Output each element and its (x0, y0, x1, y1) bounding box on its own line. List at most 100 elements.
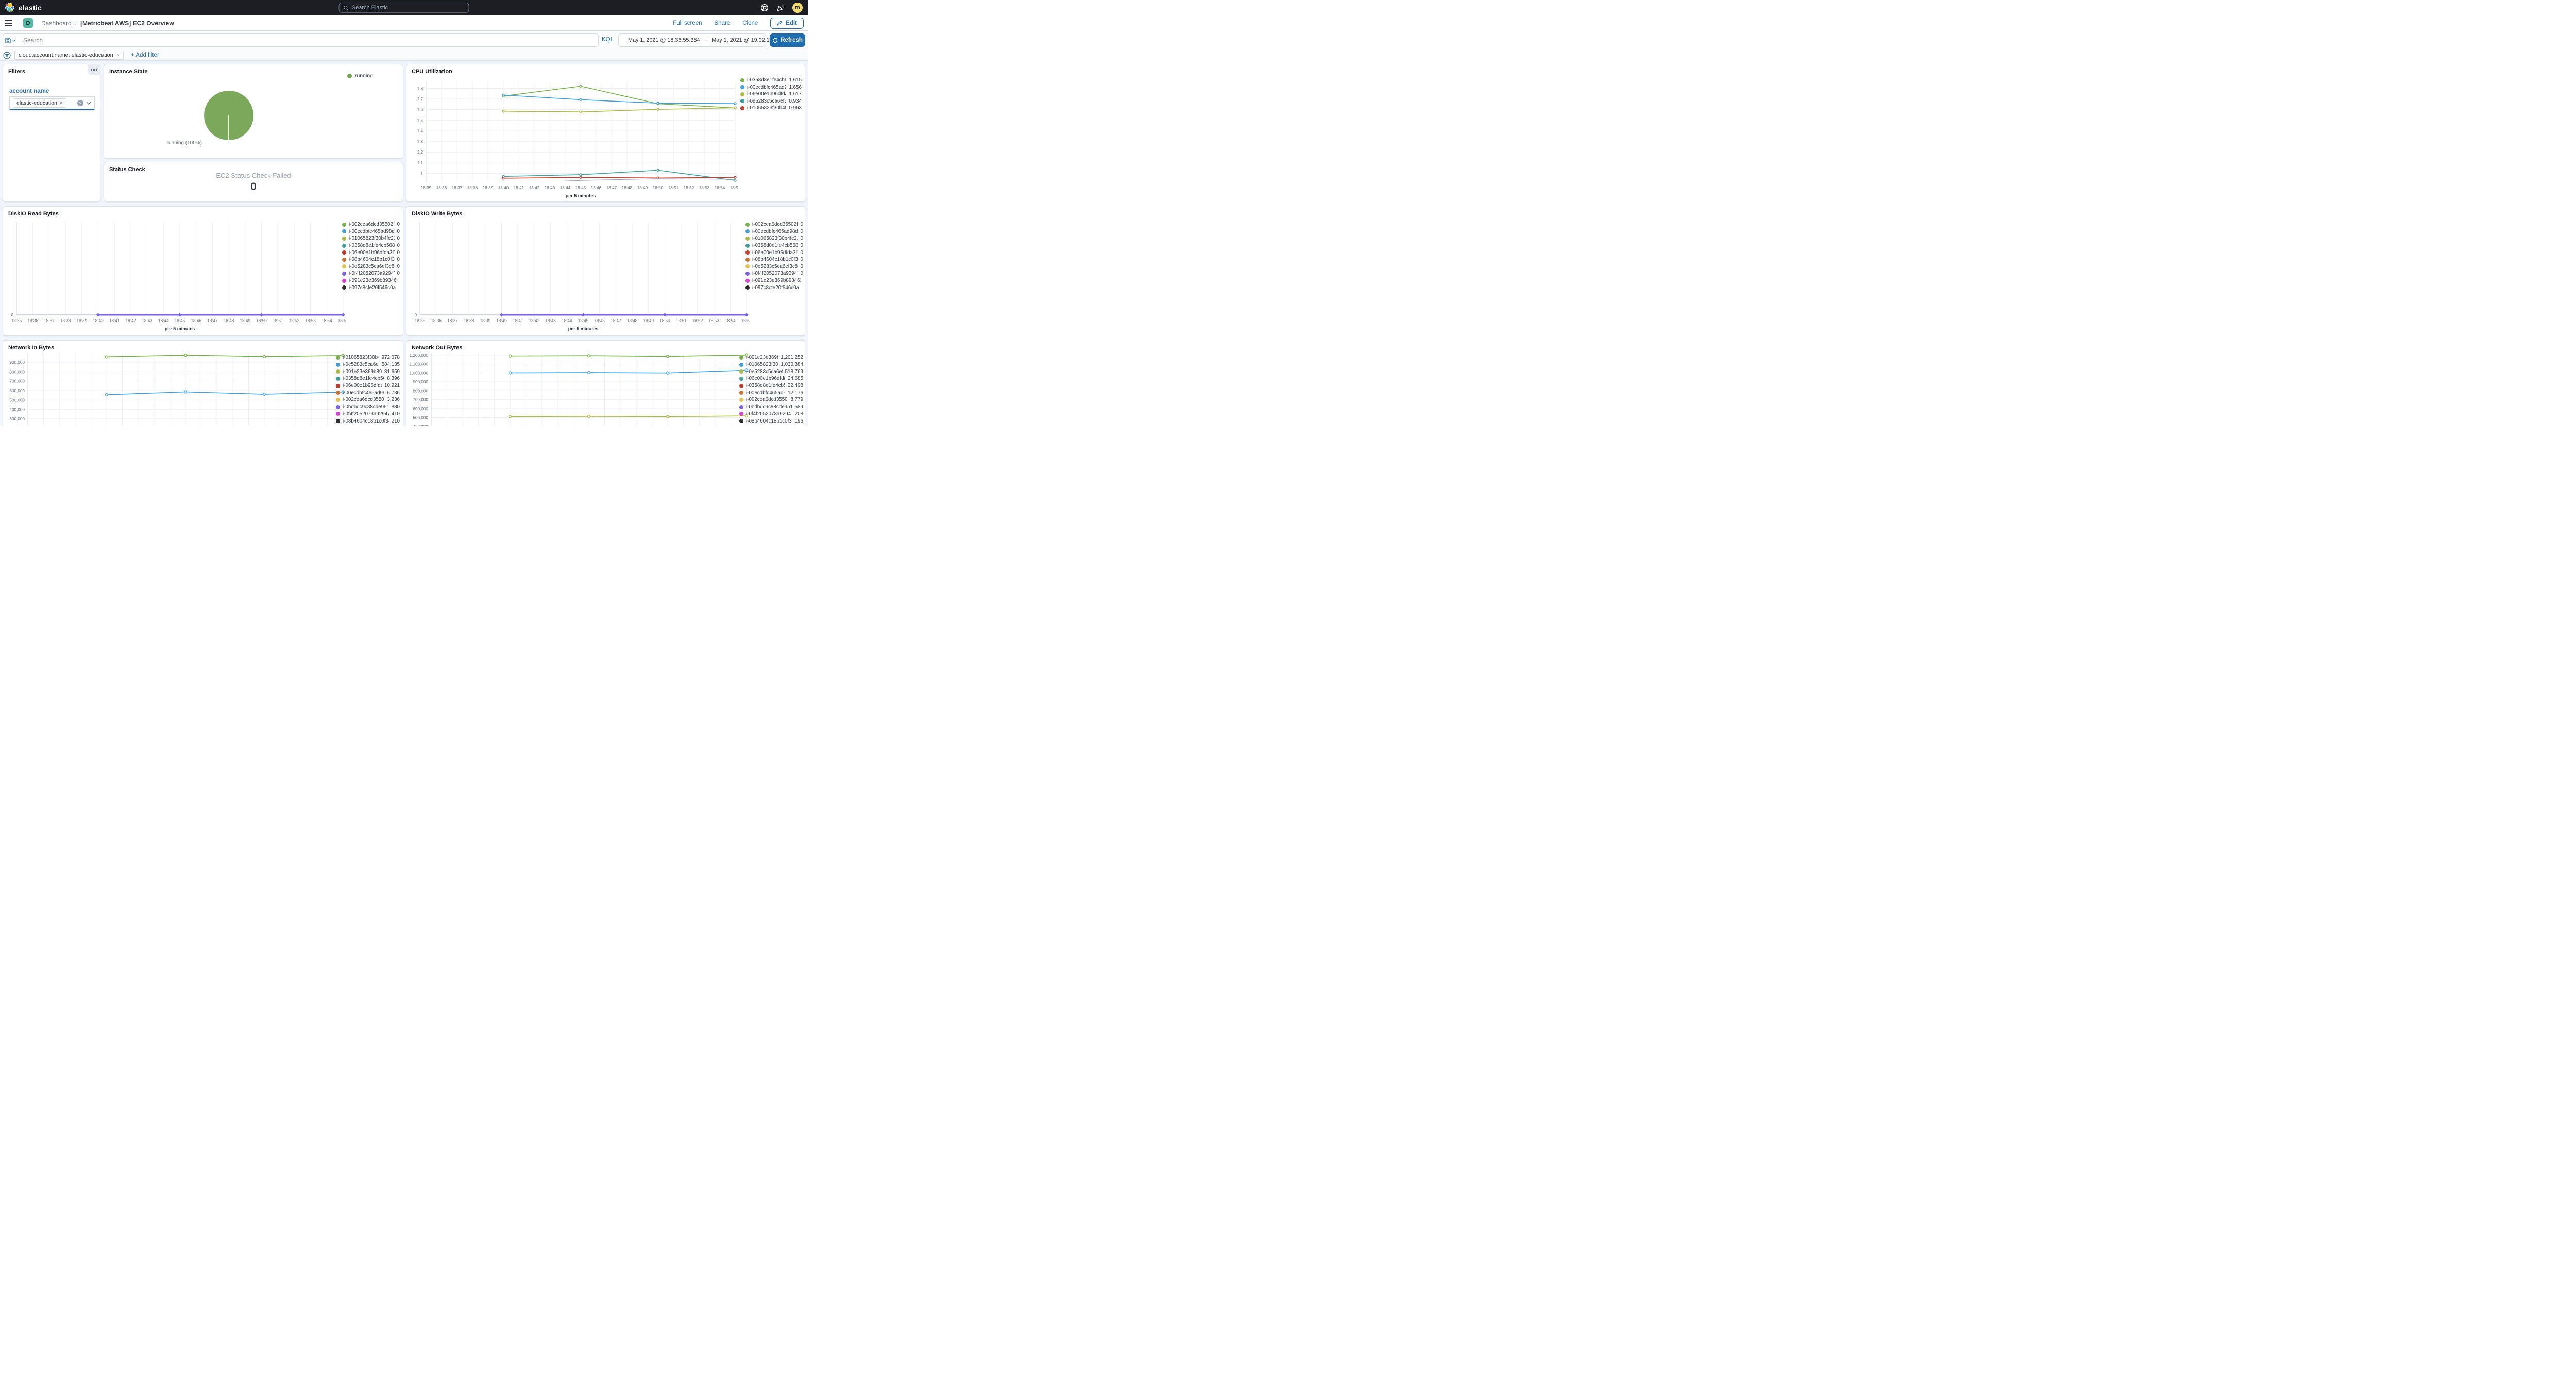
legend-item[interactable]: i-091e23e369b893...1,201,252 (739, 354, 803, 361)
share-link[interactable]: Share (715, 20, 731, 26)
legend-item[interactable]: i-0e5283c5ca6ef3c8c518,769 (739, 368, 803, 375)
legend-item[interactable]: i-0e5283c5ca6ef3c8c584,135 (336, 361, 400, 368)
legend-item[interactable]: i-091e23e369b893463 (342, 277, 400, 284)
legend-item[interactable]: i-06e00e1b96dfda3f7 0 (745, 249, 803, 256)
network-out-chart[interactable]: 18:35 18:36 18:37 18:38 18:39 18:40 18:41 18:42… (408, 353, 750, 426)
svg-text:18:55: 18:55 (741, 318, 750, 323)
legend-item[interactable]: i-01065823f30b4fc21972,078 (336, 354, 400, 361)
refresh-button[interactable]: Refresh (770, 33, 805, 47)
global-search-input[interactable] (351, 5, 465, 11)
legend-item[interactable]: i-002cea6dcd35502f78,779 (739, 396, 803, 403)
legend-item[interactable]: i-08b4604c18b1c0f34 196 (739, 417, 803, 425)
filter-list-icon[interactable] (3, 51, 11, 59)
legend-item[interactable]: i-0f4f2052073a92947 208 (739, 411, 803, 418)
legend-item[interactable]: i-01065823f30b4fc21 0 (342, 235, 400, 242)
space-badge[interactable]: D (23, 18, 33, 28)
legend-item[interactable]: i-00ecdbfc465ad98df 0 (745, 228, 803, 235)
legend-item[interactable]: i-01065823f30b4fc210.963 (740, 105, 802, 112)
legend-item[interactable]: i-00ecdbfc465ad98df12,176 (739, 389, 803, 396)
legend-item[interactable]: i-002cea6dcd35502f73,236 (336, 396, 400, 403)
full-screen-link[interactable]: Full screen (673, 20, 702, 26)
legend-item[interactable]: i-0f4f2052073a92947 0 (342, 270, 400, 277)
panel-options-icon[interactable] (88, 64, 100, 75)
legend-item[interactable]: i-00ecdbfc465ad98df 0 (342, 228, 400, 235)
filter-pill[interactable]: cloud.account.name: elastic-education × (14, 51, 124, 60)
legend-item[interactable]: i-0f4f2052073a92947 410 (336, 411, 400, 418)
date-range-text: May 1, 2021 @ 18:36:55.384 → May 1, 2021… (628, 37, 784, 43)
legend-dot (739, 362, 743, 367)
legend-item[interactable]: i-002cea6dcd35502f7 0 (745, 221, 803, 228)
legend-item[interactable]: i-08b4604c18b1c0f34 0 (342, 256, 400, 263)
legend-item[interactable]: i-06e00e1b96dfda3f7 0 (342, 249, 400, 256)
legend-item[interactable]: i-097c8cfe20f546c0a (342, 284, 400, 291)
kql-toggle[interactable]: KQL (602, 37, 614, 43)
legend-item[interactable]: i-00ecdbfc465ad98df1.656 (740, 84, 802, 91)
remove-filter-icon[interactable]: × (116, 52, 120, 58)
pie-legend-item[interactable]: running (347, 73, 373, 79)
breadcrumb-dashboard[interactable]: Dashboard (41, 20, 72, 27)
legend-item[interactable]: i-06e00e1b96dfda3f710,921 (336, 382, 400, 390)
hamburger-menu-icon[interactable] (0, 15, 18, 30)
legend-item[interactable]: i-0358d8e1fe4cb56891.615 (740, 77, 802, 84)
legend-value: 22,498 (788, 383, 803, 389)
diskio-read-chart[interactable]: 18:35 18:36 18:37 18:38 18:39 18:40 18:41 18:42… (4, 219, 346, 334)
saved-query-menu[interactable] (3, 33, 19, 47)
legend-item[interactable]: i-08b4604c18b1c0f34 210 (336, 417, 400, 425)
legend-item[interactable]: i-06e00e1b96dfda3f724,685 (739, 375, 803, 382)
edit-button[interactable]: Edit (770, 17, 804, 29)
legend-item[interactable]: i-01065823f30b4fc...1,030,384 (739, 361, 803, 368)
legend-item[interactable]: i-0e5283c5ca6ef3c8c 0 (745, 263, 803, 271)
date-from[interactable]: May 1, 2021 @ 18:36:55.384 (628, 37, 700, 43)
svg-text:1: 1 (420, 171, 423, 176)
legend-item[interactable]: i-091e23e369b89346331,659 (336, 368, 400, 375)
chevron-down-icon[interactable] (86, 102, 91, 105)
legend-item[interactable]: i-0e5283c5ca6ef3c8c 0 (342, 263, 400, 271)
legend-item[interactable]: i-0bdbdc9c88cde9518 880 (336, 403, 400, 411)
legend-item[interactable]: i-08b4604c18b1c0f34 0 (745, 256, 803, 263)
legend-value: 210 (391, 418, 400, 424)
legend-item[interactable]: i-002cea6dcd35502f7 0 (342, 221, 400, 228)
diskio-write-chart[interactable]: 18:35 18:36 18:37 18:38 18:39 18:40 18:41 18:42… (408, 219, 750, 334)
newsfeed-icon[interactable] (776, 4, 785, 12)
legend-value: 0 (397, 228, 400, 234)
date-range-picker[interactable]: May 1, 2021 @ 18:36:55.384 → May 1, 2021… (618, 33, 784, 47)
account-name-combobox[interactable]: elastic-education × × (9, 96, 95, 110)
add-filter-link[interactable]: + Add filter (131, 52, 159, 58)
legend-item[interactable]: i-06e00e1b96dfda3f71.617 (740, 91, 802, 98)
global-search-box[interactable] (338, 3, 469, 13)
selected-option-pill[interactable]: elastic-education × (13, 98, 67, 108)
cpu-utilization-chart[interactable]: 18:35 18:36 18:37 18:38 18:39 18:40 18:41 18:42… (408, 77, 738, 201)
clone-link[interactable]: Clone (742, 20, 758, 26)
legend-item[interactable]: i-0358d8e1fe4cb56898,396 (336, 375, 400, 382)
svg-text:18:51: 18:51 (273, 318, 283, 323)
legend-dot (745, 285, 750, 290)
legend-label: i-0e5283c5ca6ef3c8c (343, 362, 379, 368)
legend-label: i-002cea6dcd35502f7 (746, 397, 788, 403)
legend-dot (342, 278, 346, 283)
legend-label: i-0f4f2052073a92947 (343, 411, 389, 417)
panel-network-out-bytes: Network Out Bytes 18:35 18:36 18:37 18:38 18… (406, 340, 805, 426)
status-check-value: 0 (250, 181, 257, 193)
legend-item[interactable]: i-0f4f2052073a92947 0 (745, 270, 803, 277)
legend-dot (342, 229, 346, 234)
legend-item[interactable]: i-00ecdbfc465ad98df6,736 (336, 389, 400, 396)
legend-item[interactable]: i-0e5283c5ca6ef3c8c0.934 (740, 98, 802, 105)
pie-chart[interactable] (204, 91, 253, 140)
legend-dot (739, 369, 743, 374)
legend-item[interactable]: i-0358d8e1fe4cb568922,498 (739, 382, 803, 390)
legend-item[interactable]: i-0bdbdc9c88cde9518 589 (739, 403, 803, 411)
legend-item[interactable]: i-0358d8e1fe4cb5689 0 (342, 242, 400, 249)
user-avatar[interactable]: m (792, 3, 803, 13)
elastic-logo[interactable]: elastic (0, 3, 42, 13)
legend-item[interactable]: i-097c8cfe20f546c0a (745, 284, 803, 291)
legend-item[interactable]: i-01065823f30b4fc21 0 (745, 235, 803, 242)
query-search-input[interactable] (23, 37, 593, 44)
legend-item[interactable]: i-091e23e369b893463 (745, 277, 803, 284)
network-in-chart[interactable]: 18:35 18:36 18:37 18:38 18:39 18:40 18:41 18:42… (4, 353, 346, 426)
remove-option-icon[interactable]: × (60, 100, 63, 106)
legend-label: i-01065823f30b4fc21 (343, 355, 379, 361)
selected-option-label: elastic-education (16, 99, 57, 106)
legend-item[interactable]: i-0358d8e1fe4cb5689 0 (745, 242, 803, 249)
help-icon[interactable] (760, 4, 769, 12)
clear-selection-icon[interactable]: × (77, 99, 83, 106)
